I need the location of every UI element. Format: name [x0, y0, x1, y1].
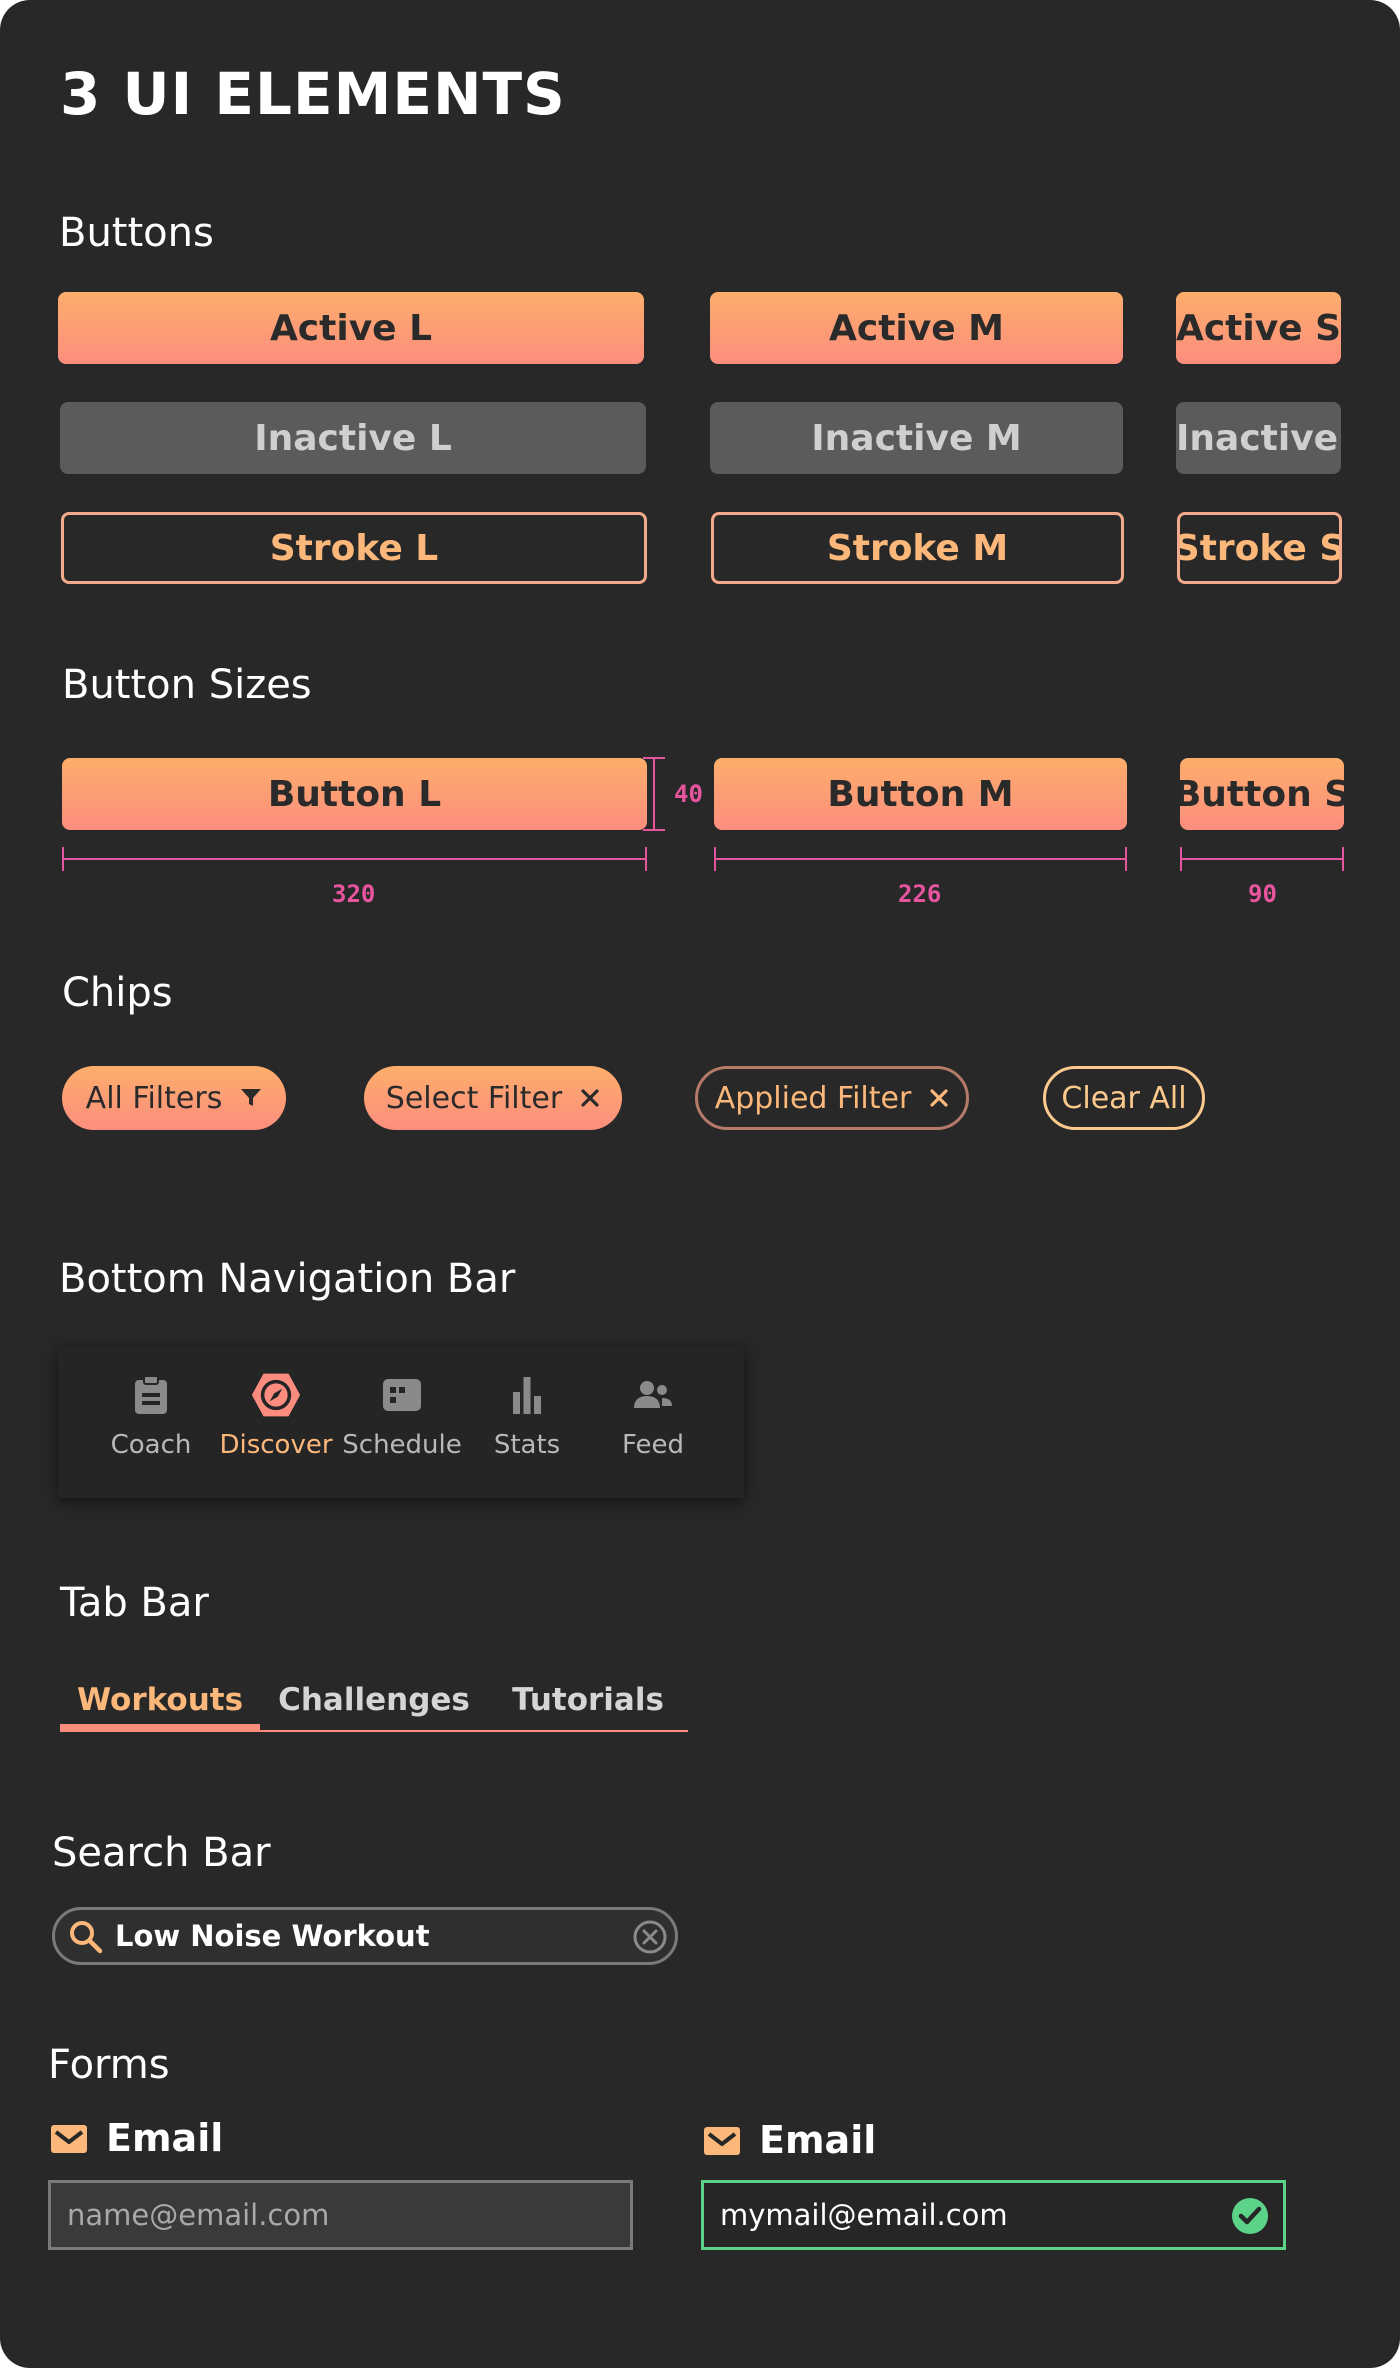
large-width-value: 320	[332, 880, 376, 908]
medium-width-line	[714, 858, 1127, 860]
email-label-2: Email	[759, 2118, 877, 2162]
small-width-cap-left	[1180, 847, 1182, 871]
large-width-cap-right	[645, 847, 647, 871]
button-sizes-heading: Button Sizes	[62, 662, 312, 708]
check-circle-icon	[1231, 2197, 1269, 2239]
funnel-icon	[240, 1087, 262, 1109]
medium-width-cap-right	[1125, 847, 1127, 871]
search-bar-heading: Search Bar	[52, 1830, 271, 1876]
tab-tutorials[interactable]: Tutorials	[488, 1676, 688, 1724]
medium-width-value: 226	[898, 880, 942, 908]
schedule-icon	[377, 1370, 427, 1420]
active-medium-button[interactable]: Active M	[710, 292, 1123, 364]
active-tab-indicator	[60, 1724, 260, 1731]
height-dimension-value: 40	[674, 780, 703, 808]
tab-workouts[interactable]: Workouts	[60, 1676, 260, 1724]
clear-all-chip[interactable]: Clear All	[1043, 1066, 1205, 1130]
clear-all-label: Clear All	[1061, 1080, 1187, 1116]
nav-item-feed[interactable]: Feed	[598, 1346, 708, 1498]
small-width-cap-right	[1342, 847, 1344, 871]
close-icon[interactable]	[929, 1088, 949, 1108]
email-field-2[interactable]: mymail@email.com	[701, 2180, 1286, 2250]
mail-icon	[50, 2124, 88, 2158]
search-icon	[69, 1920, 103, 1958]
mail-icon	[703, 2126, 741, 2160]
nav-label-schedule: Schedule	[342, 1430, 462, 1460]
ui-elements-sheet: 3 UI ELEMENTS Buttons Active L Active M …	[0, 0, 1400, 2368]
nav-label-feed: Feed	[621, 1430, 685, 1460]
applied-filter-chip[interactable]: Applied Filter	[695, 1066, 969, 1130]
buttons-heading: Buttons	[59, 210, 214, 256]
nav-label-discover: Discover	[219, 1430, 333, 1460]
stroke-medium-button[interactable]: Stroke M	[711, 512, 1124, 584]
nav-item-coach[interactable]: Coach	[96, 1346, 206, 1498]
people-icon	[628, 1370, 678, 1420]
height-dimension-cap-bottom	[643, 829, 665, 831]
nav-label-stats: Stats	[493, 1430, 561, 1460]
inactive-small-button[interactable]: Inactive S	[1176, 402, 1341, 474]
active-large-button[interactable]: Active L	[58, 292, 644, 364]
email-field-2-value: mymail@email.com	[720, 2198, 1008, 2232]
chips-heading: Chips	[62, 970, 173, 1016]
tab-challenges[interactable]: Challenges	[274, 1676, 474, 1724]
small-width-line	[1180, 858, 1344, 860]
select-filter-chip[interactable]: Select Filter	[364, 1066, 622, 1130]
nav-item-stats[interactable]: Stats	[472, 1346, 582, 1498]
page-title: 3 UI ELEMENTS	[60, 60, 566, 128]
height-dimension-cap-top	[643, 757, 665, 759]
search-input[interactable]: Low Noise Workout	[115, 1919, 430, 1953]
bottom-navigation-bar: Coach Discover Schedule Stats Feed	[58, 1346, 744, 1498]
medium-width-cap-left	[714, 847, 716, 871]
active-small-button[interactable]: Active S	[1176, 292, 1341, 364]
nav-item-discover[interactable]: Discover	[219, 1346, 333, 1498]
clipboard-icon	[126, 1370, 176, 1420]
button-small-sample[interactable]: Button S	[1180, 758, 1344, 830]
compass-icon	[251, 1370, 301, 1420]
forms-heading: Forms	[48, 2042, 170, 2088]
inactive-medium-button[interactable]: Inactive M	[710, 402, 1123, 474]
email-label-1: Email	[106, 2116, 224, 2160]
button-medium-sample[interactable]: Button M	[714, 758, 1127, 830]
select-filter-label: Select Filter	[385, 1080, 563, 1116]
small-width-value: 90	[1248, 880, 1277, 908]
nav-label-coach: Coach	[110, 1430, 192, 1460]
stroke-large-button[interactable]: Stroke L	[61, 512, 647, 584]
large-width-cap-left	[62, 847, 64, 871]
email-field-1[interactable]: name@email.com	[48, 2180, 633, 2250]
applied-filter-label: Applied Filter	[714, 1080, 912, 1116]
height-dimension-line	[653, 757, 655, 831]
button-large-sample[interactable]: Button L	[62, 758, 647, 830]
nav-item-schedule[interactable]: Schedule	[342, 1346, 462, 1498]
all-filters-chip[interactable]: All Filters	[62, 1066, 286, 1130]
search-bar[interactable]: Low Noise Workout	[52, 1907, 678, 1965]
bar-chart-icon	[502, 1370, 552, 1420]
stroke-small-button[interactable]: Stroke S	[1177, 512, 1342, 584]
all-filters-label: All Filters	[85, 1080, 223, 1116]
close-icon[interactable]	[580, 1088, 600, 1108]
clear-search-icon[interactable]	[633, 1920, 667, 1958]
bottom-nav-heading: Bottom Navigation Bar	[59, 1256, 516, 1302]
tab-bar-heading: Tab Bar	[60, 1580, 209, 1626]
large-width-line	[62, 858, 647, 860]
inactive-large-button[interactable]: Inactive L	[60, 402, 646, 474]
